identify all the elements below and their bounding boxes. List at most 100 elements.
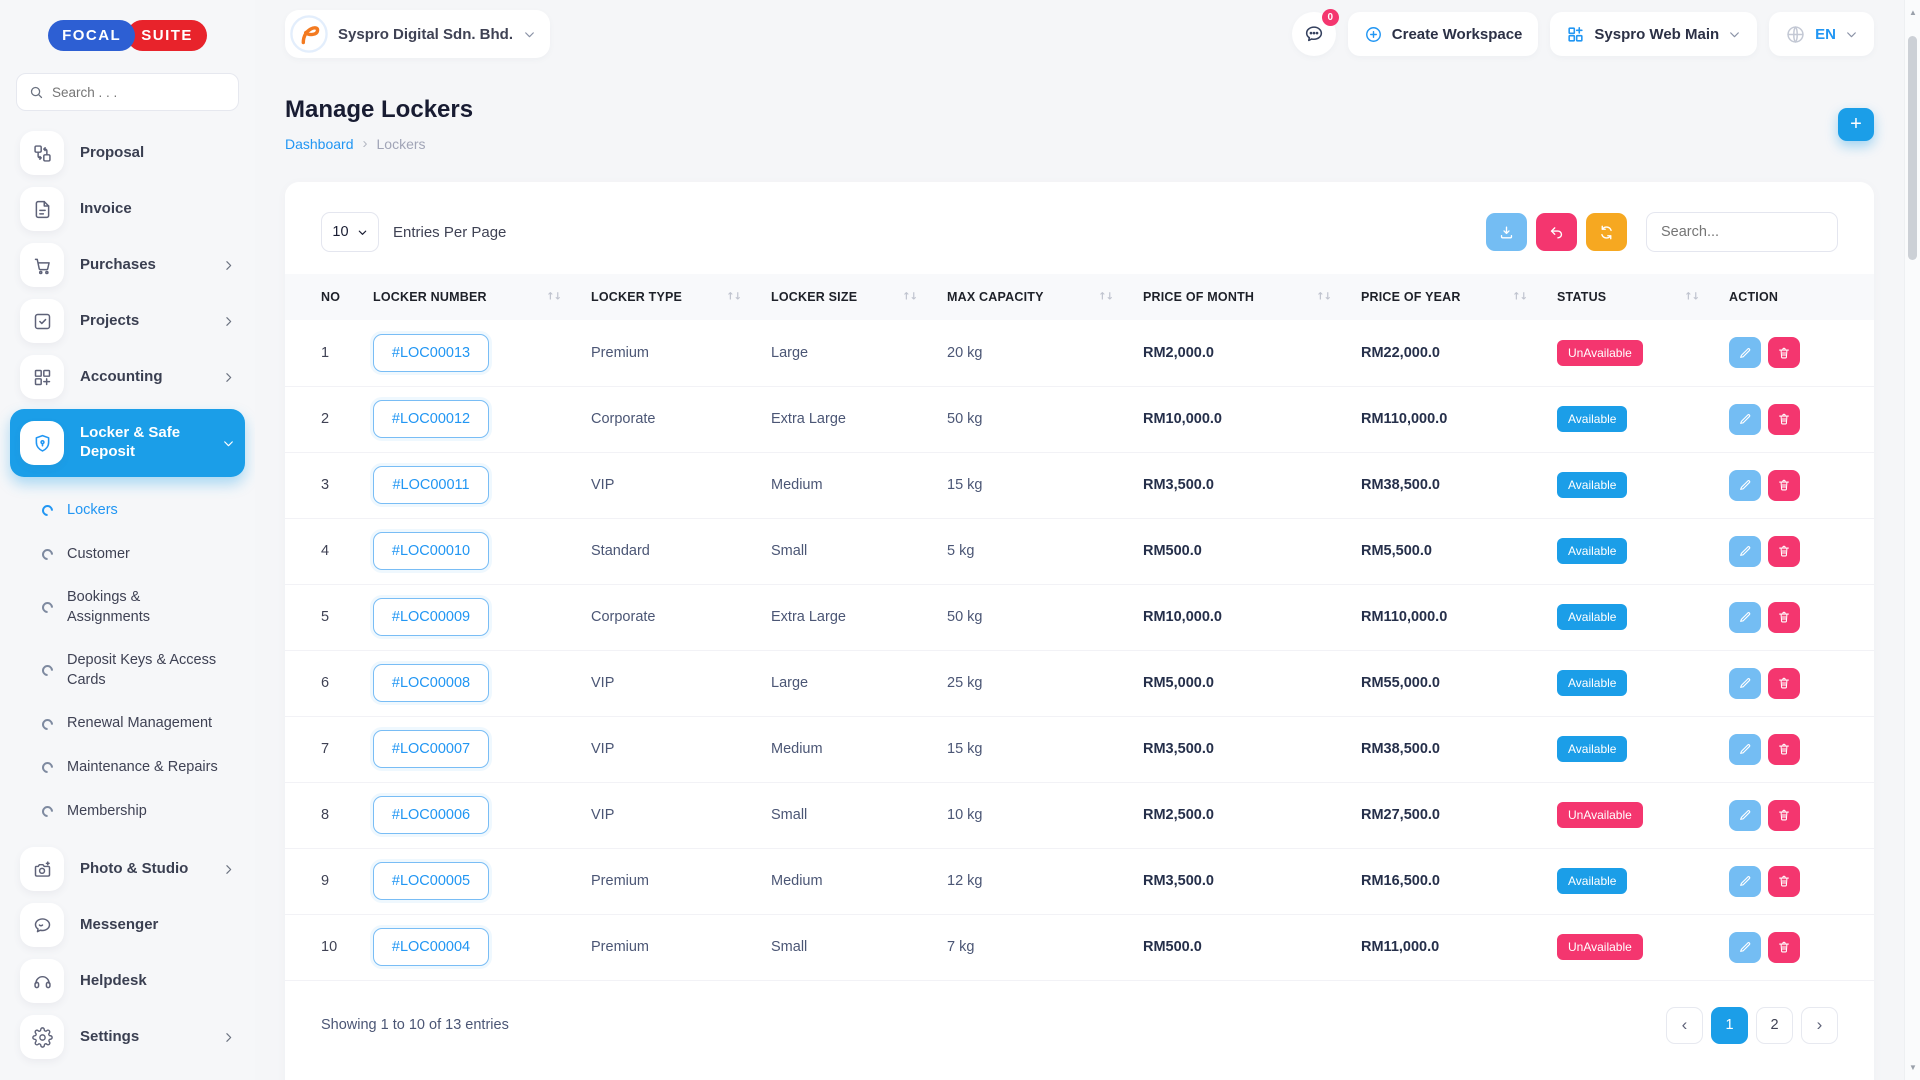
sidebar-item-helpdesk[interactable]: Helpdesk bbox=[10, 953, 245, 1009]
window-scrollbar[interactable]: ▲ ▼ bbox=[1904, 0, 1920, 1080]
edit-button[interactable] bbox=[1729, 601, 1761, 633]
sidebar-search[interactable] bbox=[16, 73, 239, 111]
delete-button[interactable] bbox=[1768, 469, 1800, 501]
sidebar-item-purchases[interactable]: Purchases bbox=[10, 237, 245, 293]
chevron-down-icon bbox=[1728, 28, 1741, 41]
sidebar-subitem-renewal-management[interactable]: Renewal Management bbox=[34, 702, 245, 746]
sort-icon[interactable]: ↑↓ bbox=[1684, 292, 1700, 303]
locker-number-chip[interactable]: #LOC00004 bbox=[373, 928, 489, 966]
export-download-button[interactable] bbox=[1486, 213, 1527, 251]
edit-button[interactable] bbox=[1729, 865, 1761, 897]
chat-button[interactable]: 0 bbox=[1291, 9, 1339, 56]
scroll-down-arrow-icon[interactable]: ▼ bbox=[1905, 1063, 1920, 1072]
delete-button[interactable] bbox=[1768, 403, 1800, 435]
refresh-button[interactable] bbox=[1586, 213, 1627, 251]
breadcrumb-dashboard-link[interactable]: Dashboard bbox=[285, 136, 354, 152]
sidebar-item-projects[interactable]: Projects bbox=[10, 293, 245, 349]
sidebar-subitem-bookings-assignments[interactable]: Bookings & Assignments bbox=[34, 576, 245, 639]
edit-button[interactable] bbox=[1729, 667, 1761, 699]
locker-number-chip[interactable]: #LOC00013 bbox=[373, 333, 489, 372]
column-header-max-capacity[interactable]: MAX CAPACITY ↑↓ bbox=[931, 274, 1127, 320]
refresh-icon bbox=[1601, 225, 1612, 239]
column-header-locker-number[interactable]: LOCKER NUMBER ↑↓ bbox=[357, 274, 575, 320]
sidebar-subitem-maintenance-repairs[interactable]: Maintenance & Repairs bbox=[34, 746, 245, 790]
delete-button[interactable] bbox=[1768, 601, 1800, 633]
sort-icon[interactable]: ↑↓ bbox=[1512, 292, 1528, 303]
delete-button[interactable] bbox=[1768, 931, 1800, 963]
sort-icon[interactable]: ↑↓ bbox=[546, 292, 562, 303]
sort-icon[interactable]: ↑↓ bbox=[1098, 292, 1114, 303]
edit-button[interactable] bbox=[1729, 535, 1761, 567]
chat-icon bbox=[1303, 23, 1325, 45]
locker-number-chip[interactable]: #LOC00012 bbox=[373, 400, 489, 438]
sort-icon[interactable]: ↑↓ bbox=[1316, 292, 1332, 303]
cell-capacity: 7 kg bbox=[931, 914, 1127, 981]
sidebar-item-proposal[interactable]: Proposal bbox=[10, 125, 245, 181]
sort-icon[interactable]: ↑↓ bbox=[902, 292, 918, 303]
sidebar-item-accounting[interactable]: Accounting bbox=[10, 349, 245, 405]
scrollbar-thumb[interactable] bbox=[1908, 36, 1917, 260]
cell-action bbox=[1713, 782, 1874, 849]
cell-locker-number: #LOC00007 bbox=[357, 716, 575, 783]
language-selector[interactable]: EN bbox=[1769, 12, 1874, 56]
sidebar-item-photo-studio[interactable]: Photo & Studio bbox=[10, 841, 245, 897]
edit-button[interactable] bbox=[1729, 469, 1761, 501]
pencil-icon bbox=[1738, 544, 1752, 558]
sidebar-item-messenger[interactable]: Messenger bbox=[10, 897, 245, 953]
sidebar-subitem-customer[interactable]: Customer bbox=[34, 533, 245, 577]
locker-number-chip[interactable]: #LOC00006 bbox=[373, 796, 489, 834]
pagination-next-button[interactable]: › bbox=[1801, 1006, 1838, 1044]
locker-number-chip[interactable]: #LOC00008 bbox=[373, 664, 489, 702]
column-header-no: NO bbox=[285, 274, 357, 320]
delete-button[interactable] bbox=[1768, 535, 1800, 567]
column-header-locker-size[interactable]: LOCKER SIZE ↑↓ bbox=[755, 274, 931, 320]
edit-button[interactable] bbox=[1729, 337, 1761, 369]
column-header-price-of-month[interactable]: PRICE OF MONTH ↑↓ bbox=[1127, 274, 1345, 320]
column-header-price-of-year[interactable]: PRICE OF YEAR ↑↓ bbox=[1345, 274, 1541, 320]
pagination-page-1[interactable]: 1 bbox=[1711, 1006, 1748, 1044]
cell-action bbox=[1713, 650, 1874, 717]
sidebar-search-input[interactable] bbox=[52, 84, 226, 100]
edit-button[interactable] bbox=[1729, 799, 1761, 831]
cell-no: 3 bbox=[285, 452, 357, 519]
delete-button[interactable] bbox=[1768, 733, 1800, 765]
sort-icon[interactable]: ↑↓ bbox=[726, 292, 742, 303]
scroll-up-arrow-icon[interactable]: ▲ bbox=[1905, 8, 1920, 17]
sidebar-item-invoice[interactable]: Invoice bbox=[10, 181, 245, 237]
locker-number-chip[interactable]: #LOC00011 bbox=[373, 466, 489, 504]
column-header-locker-type[interactable]: LOCKER TYPE ↑↓ bbox=[575, 274, 755, 320]
sidebar-subitem-membership[interactable]: Membership bbox=[34, 790, 245, 834]
edit-button[interactable] bbox=[1729, 403, 1761, 435]
undo-button[interactable] bbox=[1536, 213, 1577, 251]
sidebar-item-locker-safe-deposit[interactable]: Locker & Safe Deposit bbox=[10, 409, 245, 477]
delete-button[interactable] bbox=[1768, 667, 1800, 699]
table-search-input[interactable] bbox=[1646, 212, 1838, 252]
header-actions: 0 Create Workspace Syspro Web Main EN bbox=[1291, 9, 1874, 56]
company-name: Syspro Digital Sdn. Bhd. bbox=[338, 25, 514, 43]
locker-number-chip[interactable]: #LOC00009 bbox=[373, 598, 489, 636]
sidebar-subitem-lockers[interactable]: Lockers bbox=[34, 489, 245, 533]
delete-button[interactable] bbox=[1768, 799, 1800, 831]
column-header-status[interactable]: STATUS ↑↓ bbox=[1541, 274, 1713, 320]
company-selector[interactable]: Syspro Digital Sdn. Bhd. bbox=[285, 10, 551, 58]
edit-button[interactable] bbox=[1729, 931, 1761, 963]
sidebar-subitem-deposit-keys-access-cards[interactable]: Deposit Keys & Access Cards bbox=[34, 639, 245, 702]
company-logo bbox=[290, 15, 328, 53]
cell-locker-number: #LOC00006 bbox=[357, 782, 575, 849]
locker-number-chip[interactable]: #LOC00010 bbox=[373, 532, 489, 570]
edit-button[interactable] bbox=[1729, 733, 1761, 765]
sidebar: FOCAL SUITE Proposal Invoice Purchases P… bbox=[0, 0, 255, 1080]
cell-no: 8 bbox=[285, 782, 357, 849]
entries-per-page-select[interactable]: 10 bbox=[321, 212, 379, 252]
locker-number-chip[interactable]: #LOC00007 bbox=[373, 730, 489, 768]
delete-button[interactable] bbox=[1768, 337, 1800, 369]
workspace-selector[interactable]: Syspro Web Main bbox=[1550, 12, 1758, 56]
delete-button[interactable] bbox=[1768, 865, 1800, 897]
row-actions bbox=[1729, 865, 1858, 897]
add-locker-button[interactable]: + bbox=[1838, 107, 1874, 141]
pagination-page-2[interactable]: 2 bbox=[1756, 1006, 1793, 1044]
pagination-prev-button[interactable]: ‹ bbox=[1666, 1006, 1703, 1044]
locker-number-chip[interactable]: #LOC00005 bbox=[373, 862, 489, 900]
create-workspace-button[interactable]: Create Workspace bbox=[1347, 12, 1539, 56]
sidebar-item-settings[interactable]: Settings bbox=[10, 1009, 245, 1065]
